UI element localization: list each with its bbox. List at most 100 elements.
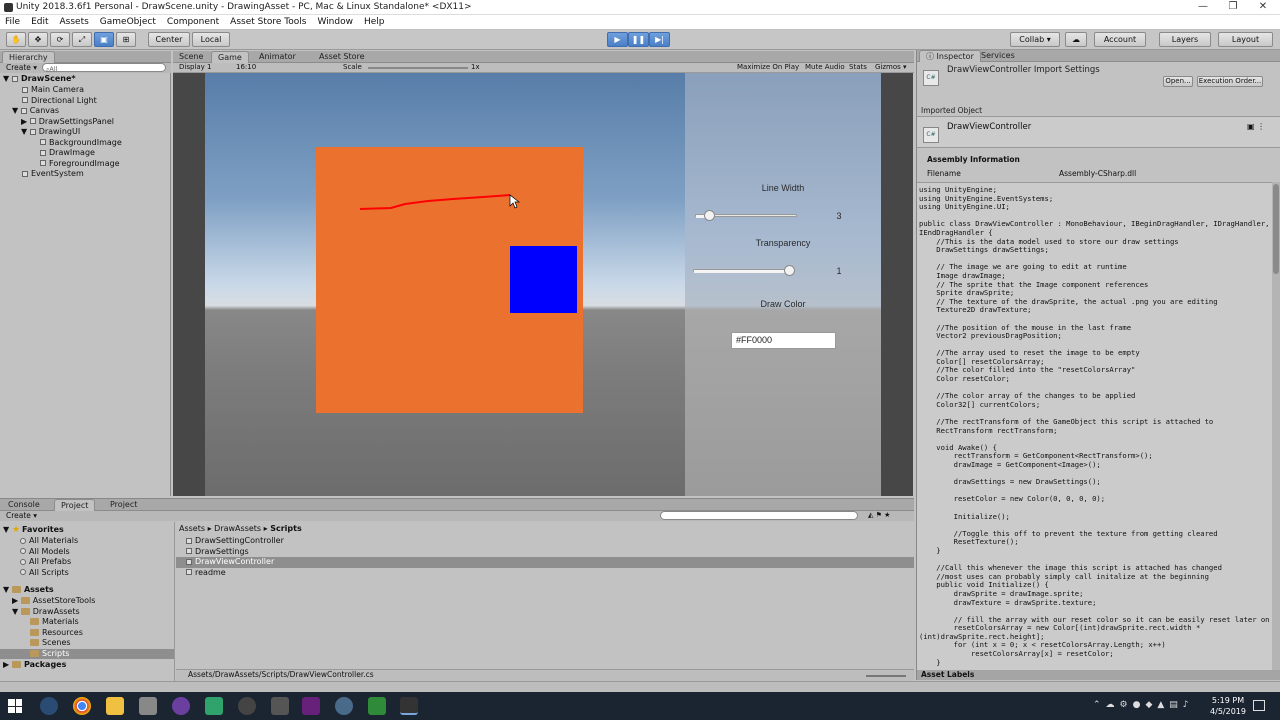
move-tool-button[interactable]: ✥ [28,32,48,47]
gitkraken-icon[interactable] [205,697,223,715]
fav-all-materials[interactable]: All Materials [20,536,78,547]
project-create-button[interactable]: Create ▾ [6,511,37,520]
scene-root[interactable]: ▼ DrawScene* [3,74,76,85]
folder-assetstoretools[interactable]: ▶ AssetStoreTools [12,596,95,607]
mute-audio-toggle[interactable]: Mute Audio [805,63,845,71]
tab-project-2[interactable]: Project [104,499,143,511]
pivot-local-button[interactable]: Local [192,32,230,47]
menu-window[interactable]: Window [312,15,359,29]
execution-order-button[interactable]: Execution Order... [1197,76,1263,87]
obs-icon[interactable] [172,697,190,715]
pivot-center-button[interactable]: Center [148,32,190,47]
transparency-knob[interactable] [784,265,795,276]
tab-inspector[interactable]: ⓘ Inspector [919,50,981,62]
unity-icon[interactable] [271,697,289,715]
scale-slider[interactable] [368,67,468,69]
tab-services[interactable]: Services [975,50,1021,62]
visual-studio-icon[interactable] [302,697,320,715]
tab-game[interactable]: Game [211,51,249,63]
hierarchy-item-eventsystem[interactable]: EventSystem [22,169,84,180]
tab-hierarchy[interactable]: Hierarchy [2,51,55,63]
icon-size-slider[interactable] [866,675,906,677]
project-search-input[interactable] [660,511,858,520]
hierarchy-item-drawimage[interactable]: DrawImage [40,148,95,159]
hierarchy-create-button[interactable]: Create ▾ [6,63,37,72]
hierarchy-item-backgroundimage[interactable]: BackgroundImage [40,138,122,149]
hierarchy-item-main-camera[interactable]: Main Camera [22,85,84,96]
hierarchy-search-input[interactable]: ⌕All [42,63,166,73]
settings-gear-icon[interactable] [335,697,353,715]
notepad-icon[interactable] [368,697,386,715]
chrome-icon[interactable] [73,697,91,715]
hierarchy-item-canvas[interactable]: ▼ Canvas [12,106,59,117]
unity-hub-icon[interactable] [238,697,256,715]
fav-all-prefabs[interactable]: All Prefabs [20,557,71,568]
close-button[interactable]: ✕ [1246,0,1280,15]
fav-all-scripts[interactable]: All Scripts [20,568,69,579]
folder-scripts[interactable]: Scripts [0,648,174,659]
steam-icon[interactable] [40,697,58,715]
file-item[interactable]: DrawSettings [186,547,249,558]
menu-assets[interactable]: Assets [55,15,95,29]
layers-dropdown[interactable]: Layers [1159,32,1211,47]
stats-toggle[interactable]: Stats [849,63,867,71]
maximize-button[interactable]: ❐ [1216,0,1250,15]
collab-button[interactable]: Collab ▾ [1010,32,1060,47]
menu-gameobject[interactable]: GameObject [95,15,162,29]
pause-button[interactable]: ❚❚ [628,32,649,47]
fav-all-models[interactable]: All Models [20,547,70,558]
notification-icon[interactable] [1253,700,1265,711]
menu-asset-store-tools[interactable]: Asset Store Tools [225,15,312,29]
rotate-tool-button[interactable]: ⟳ [50,32,70,47]
maximize-on-play-toggle[interactable]: Maximize On Play [737,63,799,71]
aspect-dropdown[interactable]: 16:10 [236,63,256,71]
breadcrumb-drawassets[interactable]: DrawAssets [214,524,261,533]
menu-component[interactable]: Component [162,15,225,29]
play-button[interactable]: ▶ [607,32,628,47]
windows-start-icon[interactable] [8,699,22,713]
inspector-scrollbar[interactable] [1272,182,1280,670]
game-view[interactable]: Line Width 3 Transparency 1 Draw Color #… [173,73,913,496]
menu-help[interactable]: Help [359,15,391,29]
account-dropdown[interactable]: Account [1094,32,1146,47]
tab-scene[interactable]: Scene [173,51,209,63]
scrollbar-thumb[interactable] [1273,184,1279,274]
tab-asset-store[interactable]: Asset Store [313,51,371,63]
minimize-button[interactable]: — [1186,0,1220,15]
filter-icons[interactable]: ◭ ⚑ ★ [868,511,890,519]
folder-drawassets[interactable]: ▼ DrawAssets [12,607,80,618]
file-item[interactable]: DrawSettingController [186,536,284,547]
unity-editor-active-icon[interactable] [400,697,418,715]
open-button[interactable]: Open... [1163,76,1193,87]
layout-dropdown[interactable]: Layout [1218,32,1273,47]
clock-time[interactable]: 5:19 PM [1208,696,1248,705]
tab-console[interactable]: Console [2,499,46,511]
line-width-knob[interactable] [704,210,716,221]
system-tray-icons[interactable]: ⌃☁⚙●◆▲▤♪ [1093,700,1194,710]
file-item[interactable]: readme [186,568,226,579]
cloud-icon[interactable]: ☁ [1065,32,1087,47]
hierarchy-item-foregroundimage[interactable]: ForegroundImage [40,159,120,170]
packages-header[interactable]: ▶ Packages [3,660,66,671]
draw-color-input[interactable]: #FF0000 [731,332,836,349]
tab-animator[interactable]: Animator [253,51,302,63]
hierarchy-item-drawsettingspanel[interactable]: ▶ DrawSettingsPanel [21,117,114,128]
clock-date[interactable]: 4/5/2019 [1208,707,1248,716]
file-explorer-icon[interactable] [106,697,124,715]
mail-icon[interactable] [139,697,157,715]
rect-tool-button[interactable]: ▣ [94,32,114,47]
folder-materials[interactable]: Materials [30,617,79,628]
assets-header[interactable]: ▼ Assets [3,585,54,596]
folder-scenes[interactable]: Scenes [30,638,71,649]
step-button[interactable]: ▶| [649,32,670,47]
menu-file[interactable]: File [0,15,26,29]
scale-tool-button[interactable]: ⤢ [72,32,92,47]
display-dropdown[interactable]: Display 1 [179,63,211,71]
tab-project[interactable]: Project [54,499,96,511]
file-item-selected[interactable]: DrawViewController [176,557,914,568]
menu-edit[interactable]: Edit [26,15,54,29]
transform-tool-button[interactable]: ⊞ [116,32,136,47]
transparency-slider[interactable] [693,269,795,273]
breadcrumb-assets[interactable]: Assets [179,524,205,533]
help-icon[interactable]: ▣ ⋮ [1247,122,1265,131]
